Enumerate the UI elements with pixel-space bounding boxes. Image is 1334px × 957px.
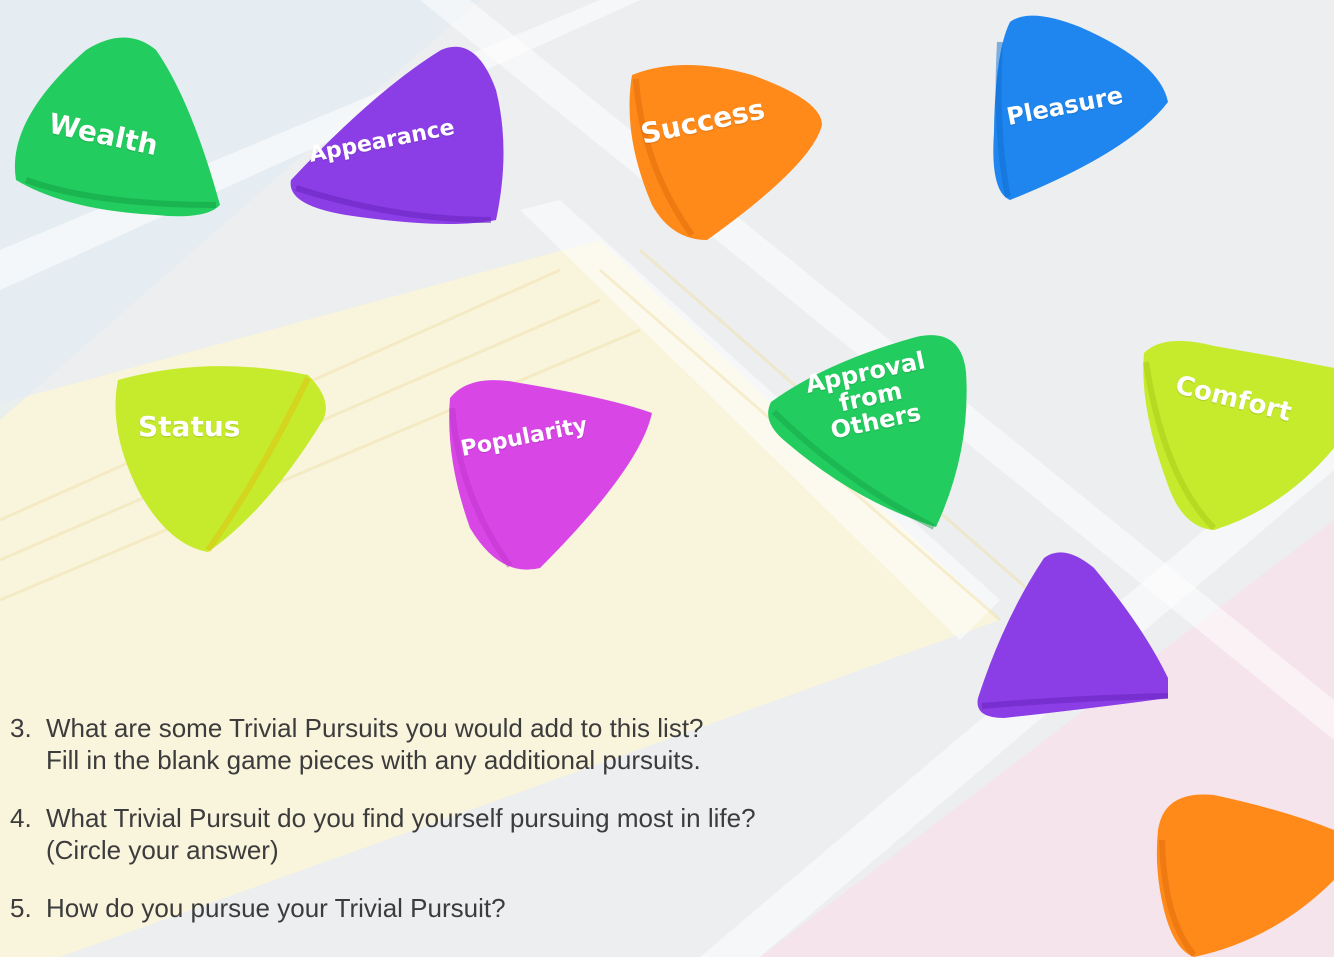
question-line: What are some Trivial Pursuits you would… bbox=[46, 713, 704, 743]
triangle-game-piece-icon bbox=[449, 380, 652, 570]
worksheet-page: Wealth Appearance Success Pleasure Statu… bbox=[0, 0, 1334, 957]
game-piece-approval-from-others: Approval from Others bbox=[766, 332, 972, 532]
game-piece-status: Status bbox=[108, 360, 328, 555]
question-list: 3. What are some Trivial Pursuits you wo… bbox=[10, 712, 950, 950]
question-line: How do you pursue your Trivial Pursuit? bbox=[46, 893, 506, 923]
question-text: What are some Trivial Pursuits you would… bbox=[46, 712, 704, 776]
question-line: Fill in the blank game pieces with any a… bbox=[46, 745, 701, 775]
triangle-game-piece-icon bbox=[115, 366, 326, 552]
game-piece-popularity: Popularity bbox=[440, 378, 658, 574]
question-text: What Trivial Pursuit do you find yoursel… bbox=[46, 802, 756, 866]
triangle-game-piece-icon bbox=[1156, 794, 1334, 957]
game-piece-blank-purple bbox=[974, 548, 1172, 720]
question-line: (Circle your answer) bbox=[46, 835, 279, 865]
piece-label: Status bbox=[138, 410, 241, 443]
question-3: 3. What are some Trivial Pursuits you wo… bbox=[10, 712, 950, 776]
triangle-game-piece-icon bbox=[977, 552, 1169, 718]
game-piece-pleasure: Pleasure bbox=[990, 12, 1172, 202]
question-text: How do you pursue your Trivial Pursuit? bbox=[46, 892, 506, 924]
question-number: 3. bbox=[10, 713, 32, 743]
game-piece-wealth: Wealth bbox=[6, 30, 224, 217]
game-piece-comfort: Comfort bbox=[1134, 338, 1334, 533]
question-number: 4. bbox=[10, 803, 32, 833]
triangle-game-piece-icon bbox=[629, 65, 822, 240]
question-number: 5. bbox=[10, 893, 32, 923]
question-5: 5. How do you pursue your Trivial Pursui… bbox=[10, 892, 950, 924]
game-piece-appearance: Appearance bbox=[286, 40, 510, 230]
question-4: 4. What Trivial Pursuit do you find your… bbox=[10, 802, 950, 866]
question-line: What Trivial Pursuit do you find yoursel… bbox=[46, 803, 756, 833]
game-piece-success: Success bbox=[622, 55, 828, 243]
triangle-game-piece-icon bbox=[1143, 340, 1334, 531]
game-piece-blank-orange bbox=[1154, 790, 1334, 957]
